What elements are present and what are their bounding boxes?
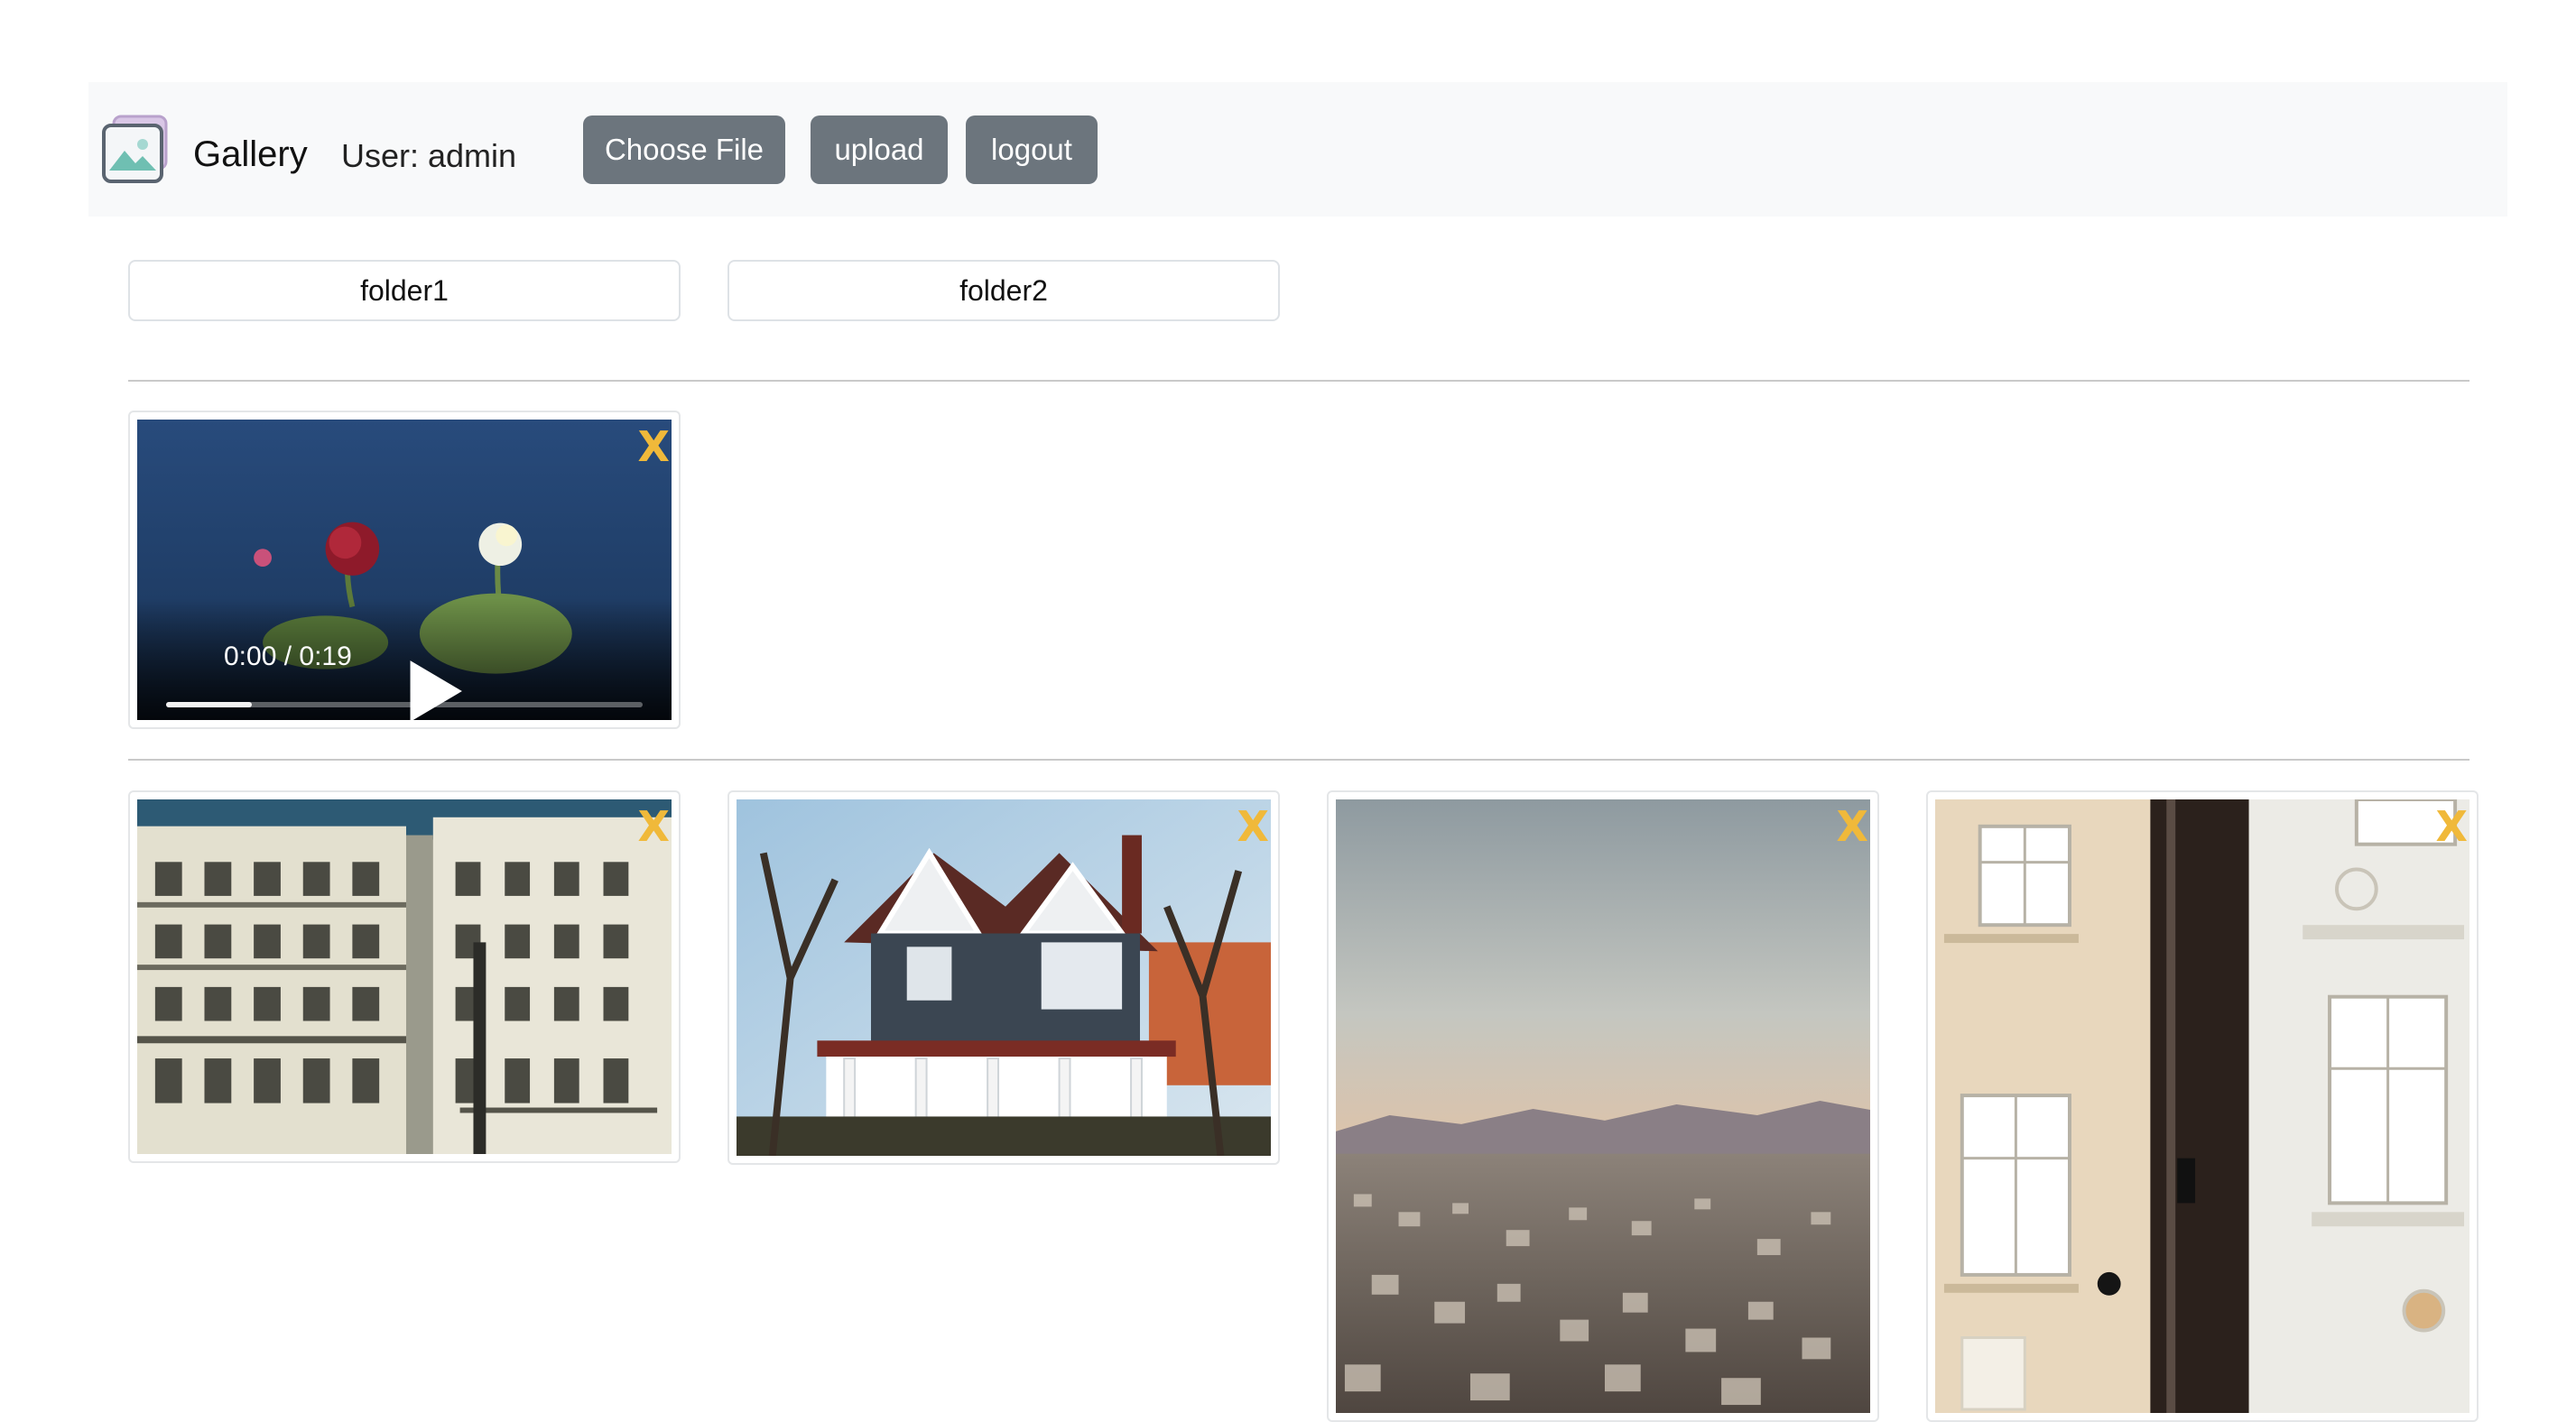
delete-image-button[interactable]: X xyxy=(2436,805,2468,848)
video-progress-bar[interactable] xyxy=(166,702,643,707)
video-player[interactable]: 0:00 / 0:19 X xyxy=(137,420,672,720)
image-card: X xyxy=(1926,790,2479,1422)
video-card: 0:00 / 0:19 X xyxy=(128,411,681,729)
apartment-building-image xyxy=(137,799,672,1154)
folder-button-folder2[interactable]: folder2 xyxy=(727,260,1280,321)
upload-button[interactable]: upload xyxy=(811,115,948,184)
delete-video-button[interactable]: X xyxy=(638,425,670,468)
divider xyxy=(128,759,2469,761)
user-label: User: admin xyxy=(341,137,517,174)
gallery-image[interactable]: X xyxy=(1935,799,2469,1413)
image-card: X xyxy=(128,790,681,1163)
gallery-image[interactable]: X xyxy=(737,799,1271,1156)
brand-title[interactable]: Gallery xyxy=(193,123,308,186)
choose-file-button[interactable]: Choose File xyxy=(583,115,785,184)
gallery-image[interactable]: X xyxy=(137,799,672,1154)
folder-button-folder1[interactable]: folder1 xyxy=(128,260,681,321)
image-card: X xyxy=(1327,790,1879,1422)
victorian-house-image xyxy=(737,799,1271,1156)
more-options-icon[interactable] xyxy=(616,637,672,720)
navbar: Gallery User: admin Choose File upload l… xyxy=(88,82,2507,217)
gallery-logo-icon xyxy=(101,115,170,183)
divider xyxy=(128,380,2469,382)
logout-button[interactable]: logout xyxy=(966,115,1098,184)
gallery-image[interactable]: X xyxy=(1336,799,1870,1413)
image-card: X xyxy=(727,790,1280,1165)
delete-image-button[interactable]: X xyxy=(638,805,670,848)
video-controls: 0:00 / 0:19 xyxy=(137,612,672,720)
delete-image-button[interactable]: X xyxy=(1237,805,1269,848)
city-skyline-image xyxy=(1336,799,1870,1413)
delete-image-button[interactable]: X xyxy=(1837,805,1868,848)
building-facade-image xyxy=(1935,799,2469,1413)
video-time: 0:00 / 0:19 xyxy=(224,642,352,671)
video-progress-fill xyxy=(166,702,253,707)
